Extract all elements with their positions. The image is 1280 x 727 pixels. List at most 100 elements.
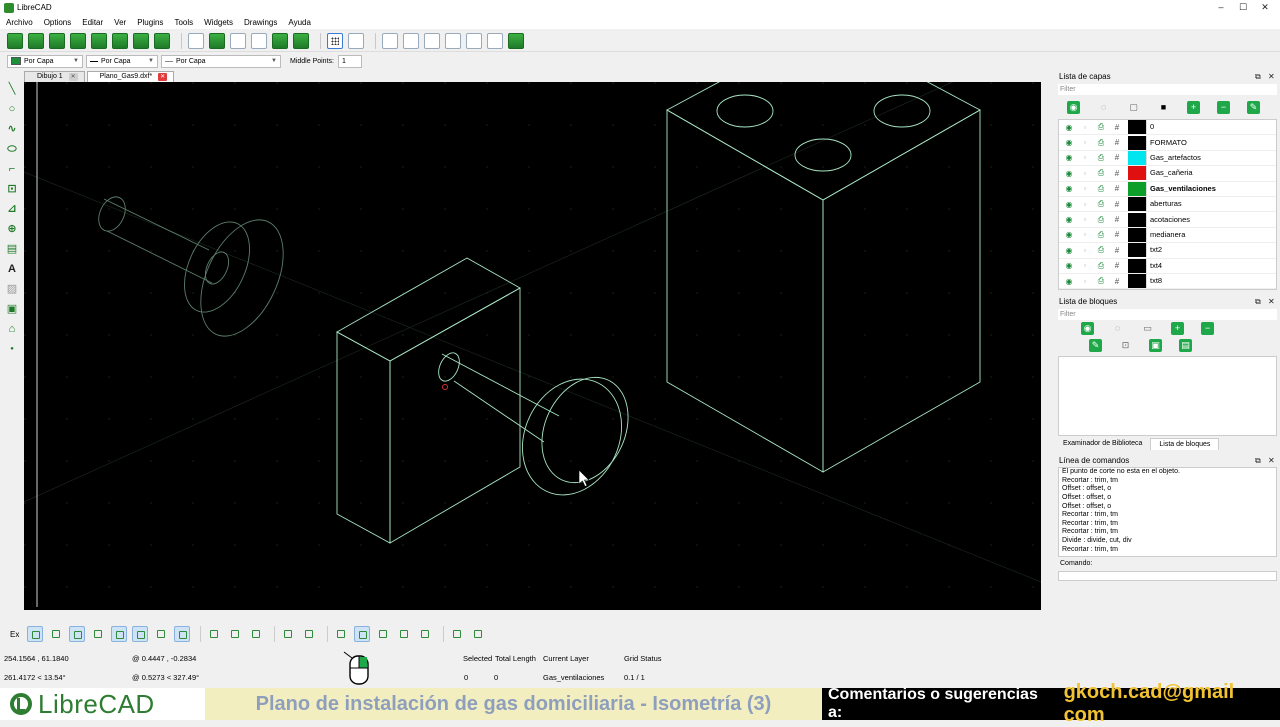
zoom-previous-icon[interactable] [466, 32, 482, 49]
print-icon[interactable] [133, 32, 149, 49]
layer-construction-icon[interactable]: # [1109, 277, 1125, 286]
layer-print-icon[interactable]: ⎙ [1093, 276, 1109, 286]
zoom-auto-icon[interactable] [445, 32, 461, 49]
spline-tool-icon[interactable]: ∿ [5, 122, 19, 136]
add-view-icon[interactable] [449, 626, 465, 642]
layer-row[interactable]: ◉ ▫ ⎙ # medianera [1059, 227, 1276, 244]
select-tool-icon[interactable]: ⊡ [5, 182, 19, 196]
layer-visible-icon[interactable]: ◉ [1061, 138, 1077, 147]
new-from-template-icon[interactable] [28, 32, 44, 49]
save-icon[interactable] [70, 32, 86, 49]
export-icon[interactable] [112, 32, 128, 49]
ellipse-tool-icon[interactable]: ⬭ [5, 142, 19, 156]
line-width-select[interactable]: Por Capa ▼ [86, 54, 158, 68]
layer-print-icon[interactable]: ⎙ [1093, 122, 1109, 132]
layer-print-icon[interactable]: ⎙ [1093, 199, 1109, 209]
zoom-out-icon[interactable] [424, 32, 440, 49]
color-select[interactable]: Por Capa ▼ [7, 54, 83, 68]
layer-construction-icon[interactable]: # [1109, 230, 1125, 239]
copy-icon[interactable] [272, 32, 288, 49]
menu-plugins[interactable]: Plugins [137, 18, 163, 27]
view-screen-icon[interactable] [333, 626, 349, 642]
layer-lock-icon[interactable]: ▫ [1077, 246, 1093, 255]
redo-icon[interactable] [230, 32, 246, 49]
close-icon[interactable]: ✕ [158, 73, 168, 81]
layer-construction-icon[interactable]: # [1109, 138, 1125, 147]
layer-row[interactable]: ◉ ▫ ⎙ # txt2 [1059, 243, 1276, 259]
layer-row[interactable]: ◉ ▫ ⎙ # acotaciones [1059, 212, 1276, 228]
dimension-tool-icon[interactable]: ⊿ [5, 202, 19, 216]
horizontal-scrollbar[interactable] [24, 610, 1053, 622]
layer-row[interactable]: ◉ ▫ ⎙ # Gas_artefactos [1059, 150, 1276, 167]
block-tool-icon[interactable]: ⌂ [5, 322, 19, 336]
create-block-icon[interactable]: ▭ [1141, 322, 1154, 335]
lock-all-icon[interactable]: ■ [1157, 101, 1170, 114]
show-all-layers-icon[interactable]: ◉ [1067, 100, 1080, 114]
layer-lock-icon[interactable]: ▫ [1077, 169, 1093, 178]
layer-construction-icon[interactable]: # [1109, 261, 1125, 270]
close-button[interactable]: ✕ [1254, 0, 1276, 15]
layer-row[interactable]: ◉ ▫ ⎙ # Gas_cañeria [1059, 166, 1276, 182]
line-tool-icon[interactable]: ╲ [5, 82, 19, 96]
close-icon[interactable]: ✕ [1268, 296, 1275, 308]
redraw-icon[interactable] [382, 32, 398, 49]
remove-block-icon[interactable]: − [1201, 321, 1214, 335]
relative-zero-icon[interactable] [280, 626, 296, 642]
text-tool-icon[interactable]: A [5, 262, 19, 276]
save-block-icon[interactable]: ▣ [1149, 338, 1162, 352]
view-monitor-2-icon[interactable] [417, 626, 433, 642]
drawing-canvas[interactable] [24, 82, 1041, 610]
snap-grid-icon[interactable] [48, 626, 64, 642]
close-icon[interactable]: ✕ [68, 73, 78, 81]
layer-print-icon[interactable]: ⎙ [1093, 168, 1109, 178]
menu-options[interactable]: Options [44, 18, 72, 27]
layer-row[interactable]: ◉ ▫ ⎙ # Gas_ventilaciones [1059, 181, 1276, 197]
layer-visible-icon[interactable]: ◉ [1061, 230, 1077, 239]
zoom-pan-icon[interactable] [508, 32, 524, 49]
modify-tool-icon[interactable]: ⊕ [5, 222, 19, 236]
layer-construction-icon[interactable]: # [1109, 184, 1125, 193]
menu-tools[interactable]: Tools [174, 18, 193, 27]
hatch-tool-icon[interactable]: ▨ [5, 282, 19, 296]
restrict-horizontal-icon[interactable] [206, 626, 222, 642]
blocks-filter-input[interactable]: Filter [1058, 309, 1277, 321]
zoom-window-icon[interactable] [487, 32, 503, 49]
close-icon[interactable]: ✕ [1268, 71, 1275, 83]
layer-visible-icon[interactable]: ◉ [1061, 215, 1077, 224]
snap-intersection-icon[interactable] [174, 626, 191, 642]
add-block-icon[interactable]: + [1171, 321, 1184, 335]
undo-icon[interactable] [209, 32, 225, 49]
new-file-icon[interactable] [7, 32, 23, 49]
layer-print-icon[interactable]: ⎙ [1093, 245, 1109, 255]
print-preview-icon[interactable] [154, 32, 170, 49]
draft-mode-icon[interactable] [348, 32, 364, 49]
named-views-icon[interactable] [470, 626, 486, 642]
unlock-all-icon[interactable]: ▢ [1127, 101, 1140, 114]
layer-visible-icon[interactable]: ◉ [1061, 184, 1077, 193]
menu-drawings[interactable]: Drawings [244, 18, 277, 27]
layer-construction-icon[interactable]: # [1109, 246, 1125, 255]
view-window-icon[interactable] [375, 626, 391, 642]
maximize-button[interactable]: ☐ [1232, 0, 1254, 15]
paste-icon[interactable] [293, 32, 309, 49]
layer-lock-icon[interactable]: ▫ [1077, 153, 1093, 162]
snap-on-entity-icon[interactable] [90, 626, 106, 642]
layer-visible-icon[interactable]: ◉ [1061, 123, 1077, 132]
restrict-orthogonal-icon[interactable] [248, 626, 264, 642]
add-layer-icon[interactable]: + [1187, 100, 1200, 114]
remove-layer-icon[interactable]: − [1217, 100, 1230, 114]
snap-distance-icon[interactable] [153, 626, 169, 642]
hide-all-layers-icon[interactable]: ◌ [1097, 101, 1110, 114]
layer-construction-icon[interactable]: # [1109, 169, 1125, 178]
minimize-button[interactable]: – [1210, 0, 1232, 15]
layer-lock-icon[interactable]: ▫ [1077, 230, 1093, 239]
layer-visible-icon[interactable]: ◉ [1061, 200, 1077, 209]
layer-print-icon[interactable]: ⎙ [1093, 215, 1109, 225]
save-as-icon[interactable] [91, 32, 107, 49]
middle-points-input[interactable]: 1 [337, 54, 362, 68]
layer-construction-icon[interactable]: # [1109, 215, 1125, 224]
hide-all-blocks-icon[interactable]: ◌ [1111, 322, 1124, 335]
open-file-icon[interactable] [49, 32, 65, 49]
layer-lock-icon[interactable]: ▫ [1077, 215, 1093, 224]
snap-center-icon[interactable] [111, 626, 128, 642]
